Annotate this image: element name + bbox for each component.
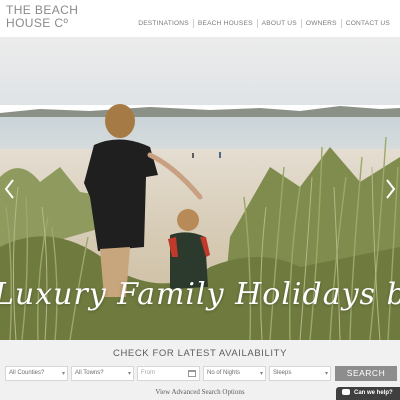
towns-select-value: All Towns?	[75, 370, 104, 376]
towns-select[interactable]: All Towns? ▾	[71, 366, 134, 381]
nav-beach-houses[interactable]: BEACH HOUSES	[194, 20, 257, 27]
counties-select-value: All Counties?	[9, 370, 45, 376]
nav-about-us[interactable]: ABOUT US	[258, 20, 301, 27]
help-chat-label: Can we help?	[354, 390, 393, 396]
from-date-placeholder: From	[141, 370, 155, 376]
hero-sky	[0, 37, 400, 105]
nights-select[interactable]: No of Nights ▾	[203, 366, 266, 381]
logo-line-2: HOUSE Cº	[6, 16, 69, 30]
site-logo[interactable]: THE BEACH HOUSE Cº	[6, 4, 78, 30]
hero-slider: Luxury Family Holidays by the Sea	[0, 37, 400, 340]
counties-select[interactable]: All Counties? ▾	[5, 366, 68, 381]
caret-down-icon: ▾	[324, 371, 328, 377]
availability-title: CHECK FOR LATEST AVAILABILITY	[112, 348, 288, 359]
chat-bubble-icon	[342, 389, 350, 395]
caret-down-icon: ▾	[127, 371, 131, 377]
chevron-left-icon[interactable]	[2, 177, 18, 201]
caret-down-icon: ▾	[259, 371, 263, 377]
help-chat-button[interactable]: Can we help?	[336, 387, 400, 400]
caret-down-icon: ▾	[61, 371, 65, 377]
nights-select-value: No of Nights	[207, 370, 241, 376]
site-header: THE BEACH HOUSE Cº DESTINATIONS BEACH HO…	[0, 0, 400, 37]
nav-contact-us[interactable]: CONTACT US	[342, 20, 394, 27]
search-button[interactable]: SEARCH	[335, 366, 397, 381]
chevron-right-icon[interactable]	[382, 177, 398, 201]
nav-destinations[interactable]: DESTINATIONS	[134, 20, 193, 27]
hero-tagline: Luxury Family Holidays by the Sea	[0, 277, 400, 312]
sleeps-select[interactable]: Sleeps ▾	[269, 366, 331, 381]
from-date-input[interactable]: From	[137, 366, 200, 381]
calendar-icon[interactable]	[188, 370, 196, 377]
main-nav: DESTINATIONS BEACH HOUSES ABOUT US OWNER…	[134, 19, 394, 28]
sleeps-select-value: Sleeps	[273, 370, 292, 376]
nav-owners[interactable]: OWNERS	[302, 20, 341, 27]
